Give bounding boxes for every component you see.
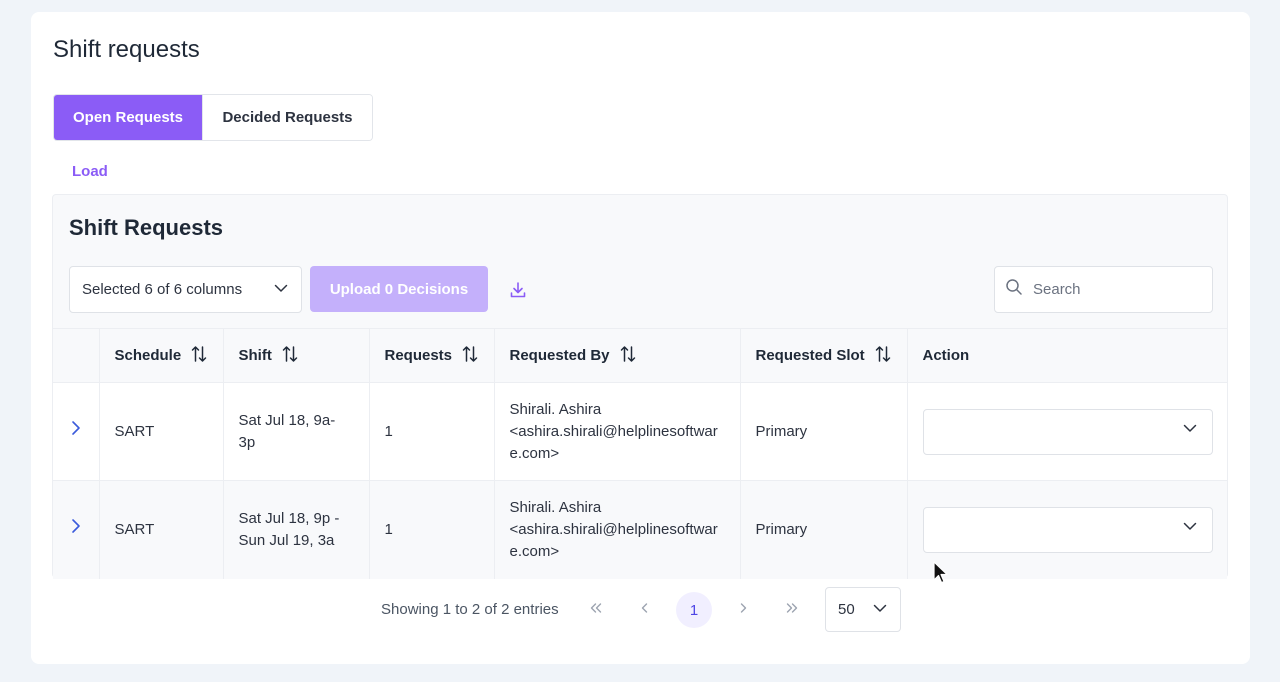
page-size-value: 50: [838, 601, 855, 618]
cell-schedule: SART: [99, 382, 224, 481]
column-header-requests[interactable]: Requests: [369, 328, 495, 383]
chevron-left-icon: [640, 601, 650, 619]
sort-icon[interactable]: [462, 345, 478, 367]
column-selector[interactable]: Selected 6 of 6 columns: [69, 266, 302, 313]
shift-requests-panel: Shift Requests Selected 6 of 6 columns U…: [52, 194, 1228, 579]
next-page-button[interactable]: [725, 592, 761, 628]
action-dropdown[interactable]: [922, 408, 1213, 455]
shift-requests-table: Schedule Shift Requests Requested By Req…: [53, 328, 1227, 579]
action-dropdown[interactable]: [922, 506, 1213, 553]
column-header-action: Action: [922, 347, 970, 364]
first-page-button[interactable]: [578, 592, 614, 628]
cell-action: [907, 383, 1227, 481]
upload-decisions-button[interactable]: Upload 0 Decisions: [310, 266, 488, 312]
chevron-down-icon: [273, 280, 289, 300]
cell-shift: Sat Jul 18, 9a- 3p: [223, 382, 370, 481]
chevron-down-icon: [1182, 420, 1198, 443]
sort-icon[interactable]: [875, 345, 891, 367]
row-expand-cell: [53, 480, 100, 579]
shift-requests-card: Shift requests Open Requests Decided Req…: [31, 12, 1250, 664]
cell-requested-by: Shirali. Ashira <ashira.shirali@helplines…: [494, 382, 741, 481]
tab-decided-requests[interactable]: Decided Requests: [202, 95, 372, 140]
sort-icon[interactable]: [282, 345, 298, 367]
sort-icon[interactable]: [191, 345, 207, 367]
chevron-right-icon[interactable]: [70, 421, 82, 440]
cell-schedule: SART: [99, 480, 224, 579]
table-row: SART Sat Jul 18, 9a- 3p 1 Shirali. Ashira…: [53, 382, 1227, 481]
column-header-expand: [53, 328, 100, 383]
chevron-right-icon[interactable]: [70, 519, 82, 538]
cell-requested-slot: Primary: [740, 382, 908, 481]
search-icon: [1005, 278, 1023, 301]
search-input[interactable]: [1033, 281, 1203, 298]
chevrons-right-icon: [785, 601, 799, 619]
tab-open-requests[interactable]: Open Requests: [54, 95, 202, 140]
table-header-row: Schedule Shift Requests Requested By Req…: [53, 328, 1227, 383]
chevrons-left-icon: [589, 601, 603, 619]
page-button-current[interactable]: 1: [676, 592, 712, 628]
pagination-info: Showing 1 to 2 of 2 entries: [381, 601, 559, 618]
load-link[interactable]: Load: [72, 163, 108, 180]
download-icon[interactable]: [508, 280, 528, 300]
search-box: [994, 266, 1213, 313]
page-size-select[interactable]: 50: [825, 587, 901, 632]
column-selector-label: Selected 6 of 6 columns: [82, 281, 243, 298]
chevron-right-icon: [738, 601, 748, 619]
mouse-cursor-icon: [933, 561, 949, 590]
chevron-down-icon: [872, 600, 888, 620]
cell-action: [907, 481, 1227, 579]
column-header-shift[interactable]: Shift: [223, 328, 370, 383]
column-header-requested-by[interactable]: Requested By: [494, 328, 741, 383]
panel-title: Shift Requests: [69, 215, 224, 240]
prev-page-button[interactable]: [627, 592, 663, 628]
pagination: Showing 1 to 2 of 2 entries 1 50: [31, 587, 1250, 633]
cell-requests: 1: [369, 480, 495, 579]
chevron-down-icon: [1182, 518, 1198, 541]
row-expand-cell: [53, 382, 100, 481]
sort-icon[interactable]: [620, 345, 636, 367]
page-title: Shift requests: [53, 36, 200, 63]
last-page-button[interactable]: [774, 592, 810, 628]
table-row: SART Sat Jul 18, 9p - Sun Jul 19, 3a 1 Sh…: [53, 480, 1227, 579]
column-header-requested-slot[interactable]: Requested Slot: [740, 328, 908, 383]
cell-shift: Sat Jul 18, 9p - Sun Jul 19, 3a: [223, 480, 370, 579]
cell-requests: 1: [369, 382, 495, 481]
cell-requested-by: Shirali. Ashira <ashira.shirali@helplines…: [494, 480, 741, 579]
column-header-schedule[interactable]: Schedule: [99, 328, 224, 383]
cell-requested-slot: Primary: [740, 480, 908, 579]
request-tabs: Open Requests Decided Requests: [53, 94, 373, 141]
